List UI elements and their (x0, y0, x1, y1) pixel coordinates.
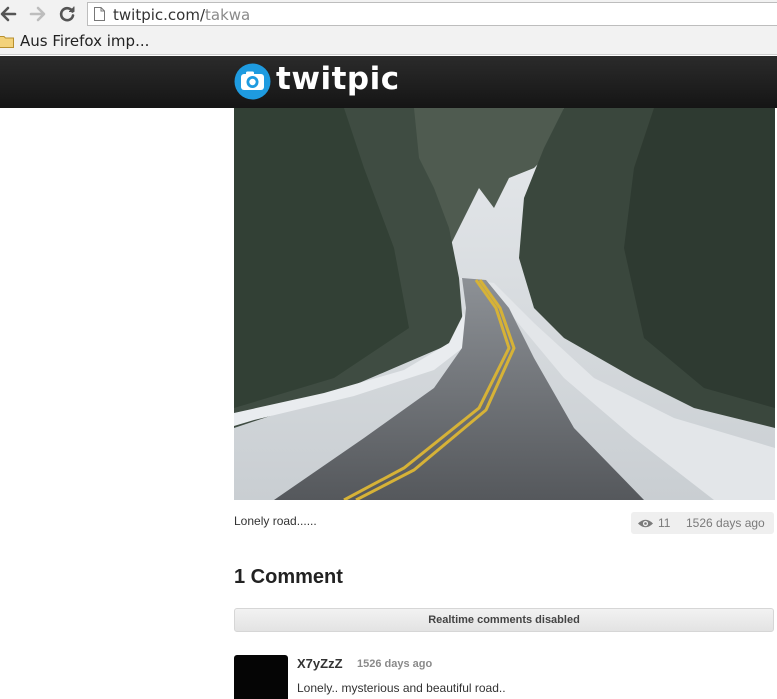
camera-logo-icon[interactable] (234, 63, 271, 100)
site-logo-text[interactable]: twitpic (276, 61, 400, 97)
back-arrow-icon[interactable] (0, 4, 18, 24)
main-photo[interactable] (234, 108, 775, 500)
photo-age: 1526 days ago (686, 516, 765, 530)
reload-icon[interactable] (57, 4, 77, 24)
comment-username[interactable]: X7yZzZ (297, 656, 343, 671)
url-domain: twitpic.com/ (113, 6, 205, 24)
forward-arrow-icon[interactable] (28, 4, 48, 24)
view-count: 11 (658, 516, 671, 530)
realtime-comments-notice[interactable]: Realtime comments disabled (234, 608, 774, 632)
bookmark-folder-label[interactable]: Aus Firefox imp... (20, 32, 149, 50)
comment-text: Lonely.. mysterious and beautiful road.. (297, 681, 506, 695)
eye-icon (638, 519, 653, 528)
photo-stats: 11 1526 days ago (631, 512, 774, 534)
page-icon (94, 7, 105, 21)
address-bar[interactable]: twitpic.com/takwa (87, 2, 777, 26)
bookmarks-bar: Aus Firefox imp... (0, 29, 777, 55)
url-text: twitpic.com/takwa (113, 6, 250, 24)
folder-icon (0, 36, 14, 48)
avatar[interactable] (234, 655, 288, 699)
photo-caption: Lonely road...... (234, 514, 317, 528)
url-path: takwa (205, 6, 251, 24)
comment-timestamp: 1526 days ago (357, 658, 433, 670)
comments-heading: 1 Comment (234, 566, 343, 588)
browser-toolbar: twitpic.com/takwa (0, 0, 777, 29)
